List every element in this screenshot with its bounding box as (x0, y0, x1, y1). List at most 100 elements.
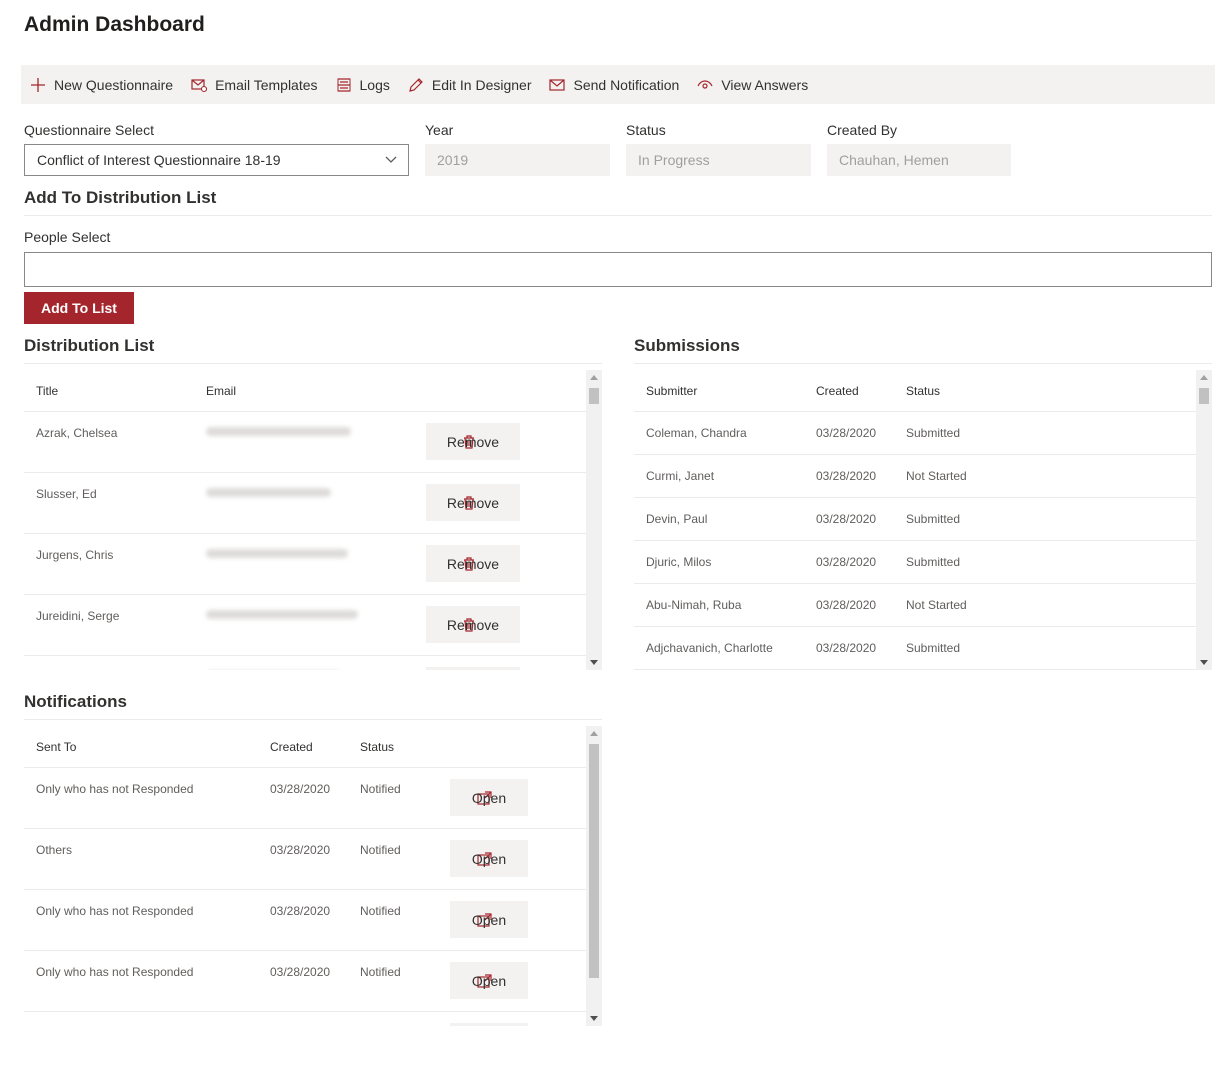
remove-label: Remove (446, 494, 500, 511)
submissions-grid: Submitter Created Status Coleman, Chandr… (634, 370, 1212, 670)
column-header-created[interactable]: Created (270, 740, 313, 754)
scroll-up-arrow[interactable] (590, 375, 598, 380)
column-header-title[interactable]: Title (36, 384, 58, 398)
scroll-up-arrow[interactable] (590, 731, 598, 736)
status-value: In Progress (638, 152, 710, 168)
scroll-down-arrow[interactable] (1200, 660, 1208, 665)
table-row[interactable]: Devin, Paul 03/28/2020 Submitted (634, 498, 1196, 541)
email-templates-label: Email Templates (215, 76, 318, 93)
redacted-email (206, 427, 351, 436)
created-by-field: Chauhan, Hemen (827, 144, 1011, 176)
people-select-label: People Select (24, 229, 111, 245)
year-value: 2019 (437, 152, 469, 168)
status-field: In Progress (626, 144, 811, 176)
table-row: Slusser, Ed Remove (24, 473, 586, 534)
send-notification-button[interactable]: Send Notification (548, 65, 688, 104)
logs-button[interactable]: Logs (335, 65, 399, 104)
distribution-list-grid: Title Email Azrak, Chelsea Remove Slusser,… (24, 370, 602, 670)
row-status: Notified (360, 843, 401, 857)
remove-label: Remove (446, 433, 500, 450)
notifications-scrollbar[interactable] (586, 726, 602, 1026)
open-label: Open (471, 972, 507, 989)
submissions-scrollbar[interactable] (1196, 370, 1212, 670)
mail-icon (548, 76, 566, 94)
row-created: 03/28/2020 (270, 904, 331, 918)
row-created: 03/28/2020 (270, 843, 331, 857)
open-button[interactable]: Open (450, 901, 528, 938)
row-submitter: Devin, Paul (646, 512, 708, 526)
edit-in-designer-button[interactable]: Edit In Designer (407, 65, 541, 104)
table-row: Jurgens, Chris Remove (24, 534, 586, 595)
table-row[interactable]: Curmi, Janet 03/28/2020 Not Started (634, 455, 1196, 498)
scroll-thumb[interactable] (589, 744, 599, 978)
notifications-title: Notifications (24, 692, 127, 711)
column-header-submitter[interactable]: Submitter (646, 384, 697, 398)
row-title: Slusser, Ed (36, 487, 97, 501)
command-bar: New Questionnaire Email Templates Logs E… (21, 65, 1215, 104)
questionnaire-select-value: Conflict of Interest Questionnaire 18-19 (37, 152, 281, 168)
open-button[interactable]: Open (450, 962, 528, 999)
view-eye-icon (696, 76, 714, 94)
row-status: Notified (360, 782, 401, 796)
scroll-down-arrow[interactable] (590, 1016, 598, 1021)
table-row: Azrak, Chelsea Remove (24, 412, 586, 473)
column-header-status[interactable]: Status (360, 740, 394, 754)
scroll-up-arrow[interactable] (1200, 375, 1208, 380)
remove-button[interactable]: Remove (426, 423, 520, 460)
section-divider (24, 363, 602, 364)
column-header-status[interactable]: Status (906, 384, 940, 398)
open-button[interactable]: Open (450, 779, 528, 816)
table-row: Only who has not Responded03/28/2020Noti… (24, 890, 586, 951)
row-submitter: Coleman, Chandra (646, 426, 747, 440)
row-submitter: Curmi, Janet (646, 469, 715, 483)
open-button[interactable]: Open (450, 1023, 528, 1026)
page-title: Admin Dashboard (24, 13, 205, 36)
row-sent-to: Only who has not Responded (36, 965, 194, 979)
distribution-scrollbar[interactable] (586, 370, 602, 670)
email-templates-button[interactable]: Email Templates (190, 65, 326, 104)
row-status: Notified (360, 965, 401, 979)
row-created: 03/28/2020 (816, 641, 877, 655)
table-row[interactable]: Adjchavanich, Charlotte 03/28/2020 Submitt… (634, 627, 1196, 670)
table-row: Only who has not Responded03/28/2020Noti… (24, 1012, 586, 1026)
grid-header: Title Email (24, 370, 586, 412)
column-header-email[interactable]: Email (206, 384, 236, 398)
remove-button[interactable]: Remove (426, 606, 520, 643)
created-by-value: Chauhan, Hemen (839, 152, 949, 168)
row-submitter: Abu-Nimah, Ruba (646, 598, 742, 612)
scroll-down-arrow[interactable] (590, 660, 598, 665)
remove-button[interactable]: Remove (426, 484, 520, 521)
row-created: 03/28/2020 (270, 965, 331, 979)
questionnaire-select[interactable]: Conflict of Interest Questionnaire 18-19 (24, 144, 409, 176)
questionnaire-select-label: Questionnaire Select (24, 122, 154, 138)
add-icon (29, 76, 47, 94)
scroll-thumb[interactable] (589, 388, 599, 404)
table-row: Others 03/28/2020 Notified Open (24, 829, 586, 890)
add-to-list-button[interactable]: Add To List (24, 292, 134, 324)
table-row: Only who has not Responded 03/28/2020 Noti… (24, 951, 586, 1012)
open-button[interactable]: Open (450, 840, 528, 877)
new-questionnaire-button[interactable]: New Questionnaire (29, 65, 182, 104)
table-row[interactable]: Coleman, Chandra 03/28/2020 Submitted (634, 412, 1196, 455)
table-row[interactable]: Djuric, Milos 03/28/2020 Submitted (634, 541, 1196, 584)
column-header-sent-to[interactable]: Sent To (36, 740, 76, 754)
row-created: 03/28/2020 (816, 598, 877, 612)
remove-button[interactable]: Remove (426, 667, 520, 670)
mail-settings-icon (190, 76, 208, 94)
scroll-thumb[interactable] (1199, 388, 1209, 404)
view-answers-button[interactable]: View Answers (696, 65, 817, 104)
row-status: Notified (360, 904, 401, 918)
section-divider (634, 363, 1212, 364)
row-submitter: Adjchavanich, Charlotte (646, 641, 773, 655)
redacted-email (206, 488, 331, 497)
row-created: 03/28/2020 (816, 512, 877, 526)
column-header-created[interactable]: Created (816, 384, 859, 398)
logs-icon (335, 76, 353, 94)
created-by-label: Created By (827, 122, 898, 138)
send-notification-label: Send Notification (573, 76, 680, 93)
table-row[interactable]: Abu-Nimah, Ruba 03/28/2020 Not Started (634, 584, 1196, 627)
remove-button[interactable]: Remove (426, 545, 520, 582)
submissions-title: Submissions (634, 336, 740, 355)
row-status: Submitted (906, 426, 961, 440)
people-select-input[interactable] (24, 252, 1212, 287)
